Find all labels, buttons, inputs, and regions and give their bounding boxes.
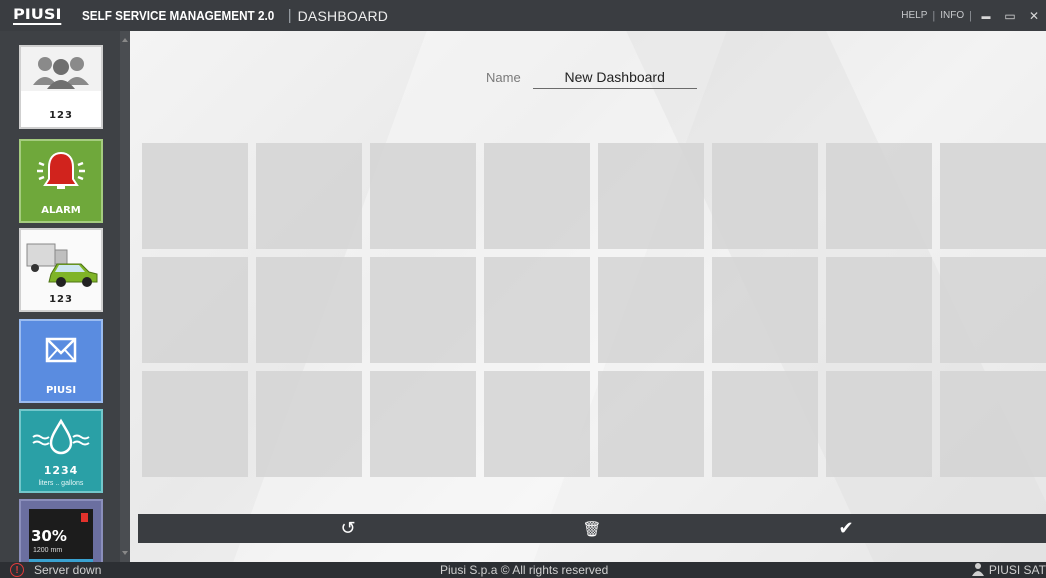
dashboard-name-row: Name <box>486 66 697 89</box>
widget-sidebar: 123 ALARM 123 PIUSI 1234 liters .. gallo… <box>0 31 130 562</box>
tile-label: 123 <box>49 110 73 121</box>
warning-icon: ! <box>10 563 24 577</box>
tile-label: ALARM <box>41 205 81 216</box>
grid-cell[interactable] <box>484 371 590 477</box>
tile-label: 123 <box>49 294 73 305</box>
grid-cell[interactable] <box>940 371 1046 477</box>
close-button[interactable]: ✕ <box>1022 9 1046 23</box>
minimize-button[interactable]: ▬ <box>974 11 998 21</box>
undo-button[interactable]: ↺ <box>328 514 368 543</box>
maximize-button[interactable]: ▭ <box>998 9 1022 23</box>
grid-cell[interactable] <box>598 143 704 249</box>
piusi-logo: PIUSI <box>13 6 62 25</box>
grid-cell[interactable] <box>370 257 476 363</box>
sidebar-scrollbar[interactable] <box>120 31 130 562</box>
server-status: ! Server down <box>10 562 101 578</box>
vehicles-icon <box>26 243 98 287</box>
grid-cell[interactable] <box>370 143 476 249</box>
tile-label: 1234 <box>43 464 79 477</box>
users-tile[interactable]: 123 <box>19 45 103 129</box>
messages-tile[interactable]: PIUSI <box>19 319 103 403</box>
grid-cell[interactable] <box>826 143 932 249</box>
app-title: SELF SERVICE MANAGEMENT 2.0 <box>82 8 275 23</box>
grid-cell[interactable] <box>598 371 704 477</box>
title-bar: PIUSI SELF SERVICE MANAGEMENT 2.0 | DASH… <box>0 0 1046 31</box>
grid-cell[interactable] <box>598 257 704 363</box>
confirm-button[interactable]: ✔ <box>826 514 866 543</box>
grid-cell[interactable] <box>826 257 932 363</box>
tank-percentage: 30% <box>31 527 67 545</box>
grid-cell[interactable] <box>256 143 362 249</box>
window-controls: HELP | INFO | ▬ ▭ ✕ <box>901 0 1046 31</box>
tile-sublabel: liters .. gallons <box>38 480 84 487</box>
grid-cell[interactable] <box>142 371 248 477</box>
user-name: PIUSI SAT <box>988 563 1046 577</box>
separator: | <box>932 9 936 22</box>
tank-level-icon: 30% 1200 mm <box>29 509 93 562</box>
delete-button[interactable]: 🗑 <box>572 514 612 543</box>
grid-cell[interactable] <box>256 371 362 477</box>
envelope-icon <box>45 337 77 363</box>
user-icon <box>971 562 984 578</box>
separator: | <box>969 9 972 22</box>
grid-cell[interactable] <box>142 257 248 363</box>
tank-level: 1200 mm <box>33 547 63 554</box>
grid-cell[interactable] <box>142 143 248 249</box>
grid-cell[interactable] <box>712 257 818 363</box>
grid-cell[interactable] <box>484 143 590 249</box>
fuel-tile[interactable]: 1234 liters .. gallons <box>19 409 103 493</box>
status-bar: ! Server down Piusi S.p.a © All rights r… <box>0 562 1046 578</box>
grid-cell[interactable] <box>712 143 818 249</box>
page-title: DASHBOARD <box>297 7 389 24</box>
tank-flag <box>81 513 88 522</box>
grid-cell[interactable] <box>940 143 1046 249</box>
users-group-icon <box>33 57 89 89</box>
grid-cell[interactable] <box>370 371 476 477</box>
help-link[interactable]: HELP <box>901 10 927 21</box>
current-user[interactable]: PIUSI SAT <box>971 562 1046 578</box>
fuel-drop-icon <box>32 418 90 455</box>
copyright: Piusi S.p.a © All rights reserved <box>440 563 609 577</box>
server-status-text: Server down <box>34 563 102 577</box>
scroll-up-icon[interactable] <box>122 38 128 42</box>
grid-cell[interactable] <box>940 257 1046 363</box>
grid-cell[interactable] <box>484 257 590 363</box>
tile-bottom <box>21 91 101 127</box>
grid-cell[interactable] <box>712 371 818 477</box>
grid-cell[interactable] <box>256 257 362 363</box>
name-label: Name <box>486 70 521 85</box>
dashboard-name-input[interactable] <box>532 66 697 89</box>
dashboard-canvas: Name ↺ 🗑 ✔ <box>130 31 1046 562</box>
grid-cell[interactable] <box>826 371 932 477</box>
action-bar: ↺ 🗑 ✔ <box>138 514 1046 543</box>
scroll-down-icon[interactable] <box>122 551 128 555</box>
info-link[interactable]: INFO <box>940 10 964 21</box>
alarm-bell-icon <box>37 151 85 189</box>
tile-label: PIUSI <box>45 385 77 396</box>
title-separator: | <box>287 7 292 24</box>
vehicles-tile[interactable]: 123 <box>19 228 103 312</box>
tank-tile[interactable]: 30% 1200 mm <box>19 499 103 562</box>
alarm-tile[interactable]: ALARM <box>19 139 103 223</box>
